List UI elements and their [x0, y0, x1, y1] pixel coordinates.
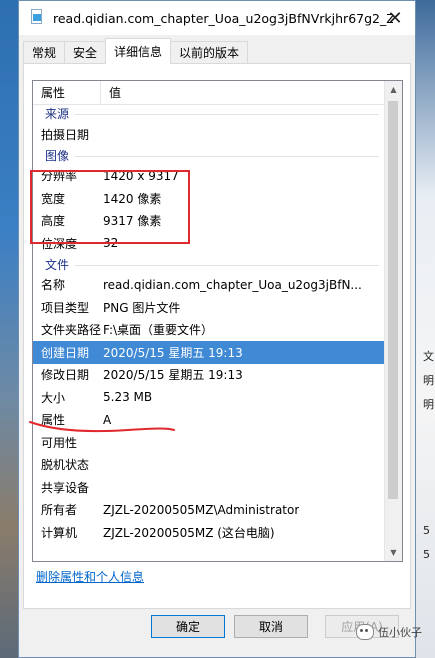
group-label: 来源	[33, 105, 76, 122]
row-item-type[interactable]: 项目类型 PNG 图片文件	[33, 296, 387, 319]
property-value: read.qidian.com_chapter_Uoa_u2og3jBfN...	[103, 277, 362, 292]
property-name: 位深度	[41, 236, 78, 251]
row-height[interactable]: 高度 9317 像素	[33, 210, 387, 233]
property-name: 拍摄日期	[41, 127, 90, 142]
property-name: 文件夹路径	[41, 323, 102, 338]
properties-dialog: read.qidian.com_chapter_Uoa_u2og3jBfNVrk…	[18, 0, 416, 658]
wechat-icon	[356, 624, 374, 640]
row-computer[interactable]: 计算机 ZJZL-20200505MZ (这台电脑)	[33, 521, 387, 544]
row-name[interactable]: 名称 read.qidian.com_chapter_Uoa_u2og3jBfN.…	[33, 274, 387, 297]
property-value: F:\桌面（重要文件）	[103, 323, 214, 338]
row-offline-status[interactable]: 脱机状态	[33, 454, 387, 477]
property-value: ZJZL-20200505MZ\Administrator	[103, 502, 300, 517]
scrollbar-thumb[interactable]	[388, 101, 398, 499]
property-value: 32	[103, 236, 119, 251]
desktop-text-fragment: 5	[423, 548, 430, 561]
property-name: 计算机	[41, 525, 78, 540]
column-header-value[interactable]: 值	[101, 81, 121, 104]
property-name: 属性	[41, 413, 66, 428]
watermark-text: 伍小伙子	[378, 626, 422, 639]
property-name: 大小	[41, 390, 66, 405]
row-width[interactable]: 宽度 1420 像素	[33, 187, 387, 210]
desktop-text-fragment: 5	[423, 524, 430, 537]
group-image: 图像	[33, 146, 387, 165]
property-name: 创建日期	[41, 345, 90, 360]
group-label: 文件	[33, 255, 76, 273]
scroll-up-icon[interactable]: ▲	[385, 81, 402, 98]
property-name: 名称	[41, 278, 66, 293]
desktop-text-fragment: 明	[423, 374, 434, 387]
group-label: 图像	[33, 146, 76, 164]
property-list[interactable]: 属性 值 来源 拍摄日期 图像 分辨率 1420 x 9317 宽度 1420 像素…	[32, 80, 403, 562]
row-owner[interactable]: 所有者 ZJZL-20200505MZ\Administrator	[33, 499, 387, 522]
row-date-taken[interactable]: 拍摄日期	[33, 123, 387, 146]
property-name: 高度	[41, 214, 66, 229]
close-icon[interactable]: ✕	[375, 1, 415, 35]
property-name: 可用性	[41, 435, 78, 450]
property-name: 所有者	[41, 503, 78, 518]
desktop-text-fragment: 明	[423, 398, 434, 411]
row-resolution[interactable]: 分辨率 1420 x 9317	[33, 165, 387, 188]
watermark: 伍小伙子	[356, 624, 422, 640]
row-date-modified[interactable]: 修改日期 2020/5/15 星期五 19:13	[33, 364, 387, 387]
title-bar[interactable]: read.qidian.com_chapter_Uoa_u2og3jBfNVrk…	[19, 1, 415, 35]
group-file: 文件	[33, 255, 387, 274]
row-bit-depth[interactable]: 位深度 32	[33, 232, 387, 255]
image-file-icon	[29, 9, 45, 27]
tab-general[interactable]: 常规	[23, 41, 66, 63]
property-value: 1420 x 9317	[103, 168, 179, 183]
tab-previous-versions[interactable]: 以前的版本	[170, 41, 249, 63]
property-value: 5.23 MB	[103, 390, 153, 405]
property-value: A	[103, 412, 112, 427]
remove-properties-link[interactable]: 删除属性和个人信息	[36, 568, 144, 585]
property-value: PNG 图片文件	[103, 300, 181, 315]
window-title: read.qidian.com_chapter_Uoa_u2og3jBfNVrk…	[53, 10, 393, 26]
list-header: 属性 值	[33, 81, 402, 105]
tab-details[interactable]: 详细信息	[105, 38, 172, 64]
property-name: 共享设备	[41, 480, 90, 495]
row-folder-path[interactable]: 文件夹路径 F:\桌面（重要文件）	[33, 319, 387, 342]
desktop-background-left	[0, 0, 20, 658]
row-attributes[interactable]: 属性 A	[33, 409, 387, 432]
tab-strip: 常规 安全 详细信息 以前的版本	[23, 38, 249, 64]
scroll-down-icon[interactable]: ▼	[385, 544, 402, 561]
property-value: 2020/5/15 星期五 19:13	[103, 368, 243, 383]
property-value: 1420 像素	[103, 191, 162, 206]
property-name: 脱机状态	[41, 458, 90, 473]
vertical-scrollbar[interactable]: ▲ ▼	[384, 81, 402, 561]
property-value: ZJZL-20200505MZ (这台电脑)	[103, 525, 275, 540]
ok-button[interactable]: 确定	[151, 615, 225, 638]
property-name: 分辨率	[41, 169, 78, 184]
desktop-background-right: 文 明 明 5 5	[415, 0, 435, 658]
cancel-button[interactable]: 取消	[234, 615, 308, 638]
row-date-created[interactable]: 创建日期 2020/5/15 星期五 19:13	[33, 341, 387, 364]
property-value: 9317 像素	[103, 214, 162, 229]
details-panel: 属性 值 来源 拍摄日期 图像 分辨率 1420 x 9317 宽度 1420 像素…	[23, 63, 411, 609]
group-source: 来源	[33, 104, 387, 123]
property-name: 修改日期	[41, 368, 90, 383]
property-name: 项目类型	[41, 300, 90, 315]
row-shared-with[interactable]: 共享设备	[33, 476, 387, 499]
row-availability[interactable]: 可用性	[33, 431, 387, 454]
desktop-text-fragment: 文	[423, 350, 434, 363]
row-size[interactable]: 大小 5.23 MB	[33, 386, 387, 409]
column-header-property[interactable]: 属性	[33, 81, 101, 104]
property-name: 宽度	[41, 191, 66, 206]
tab-security[interactable]: 安全	[64, 41, 107, 63]
property-value: 2020/5/15 星期五 19:13	[103, 345, 243, 360]
